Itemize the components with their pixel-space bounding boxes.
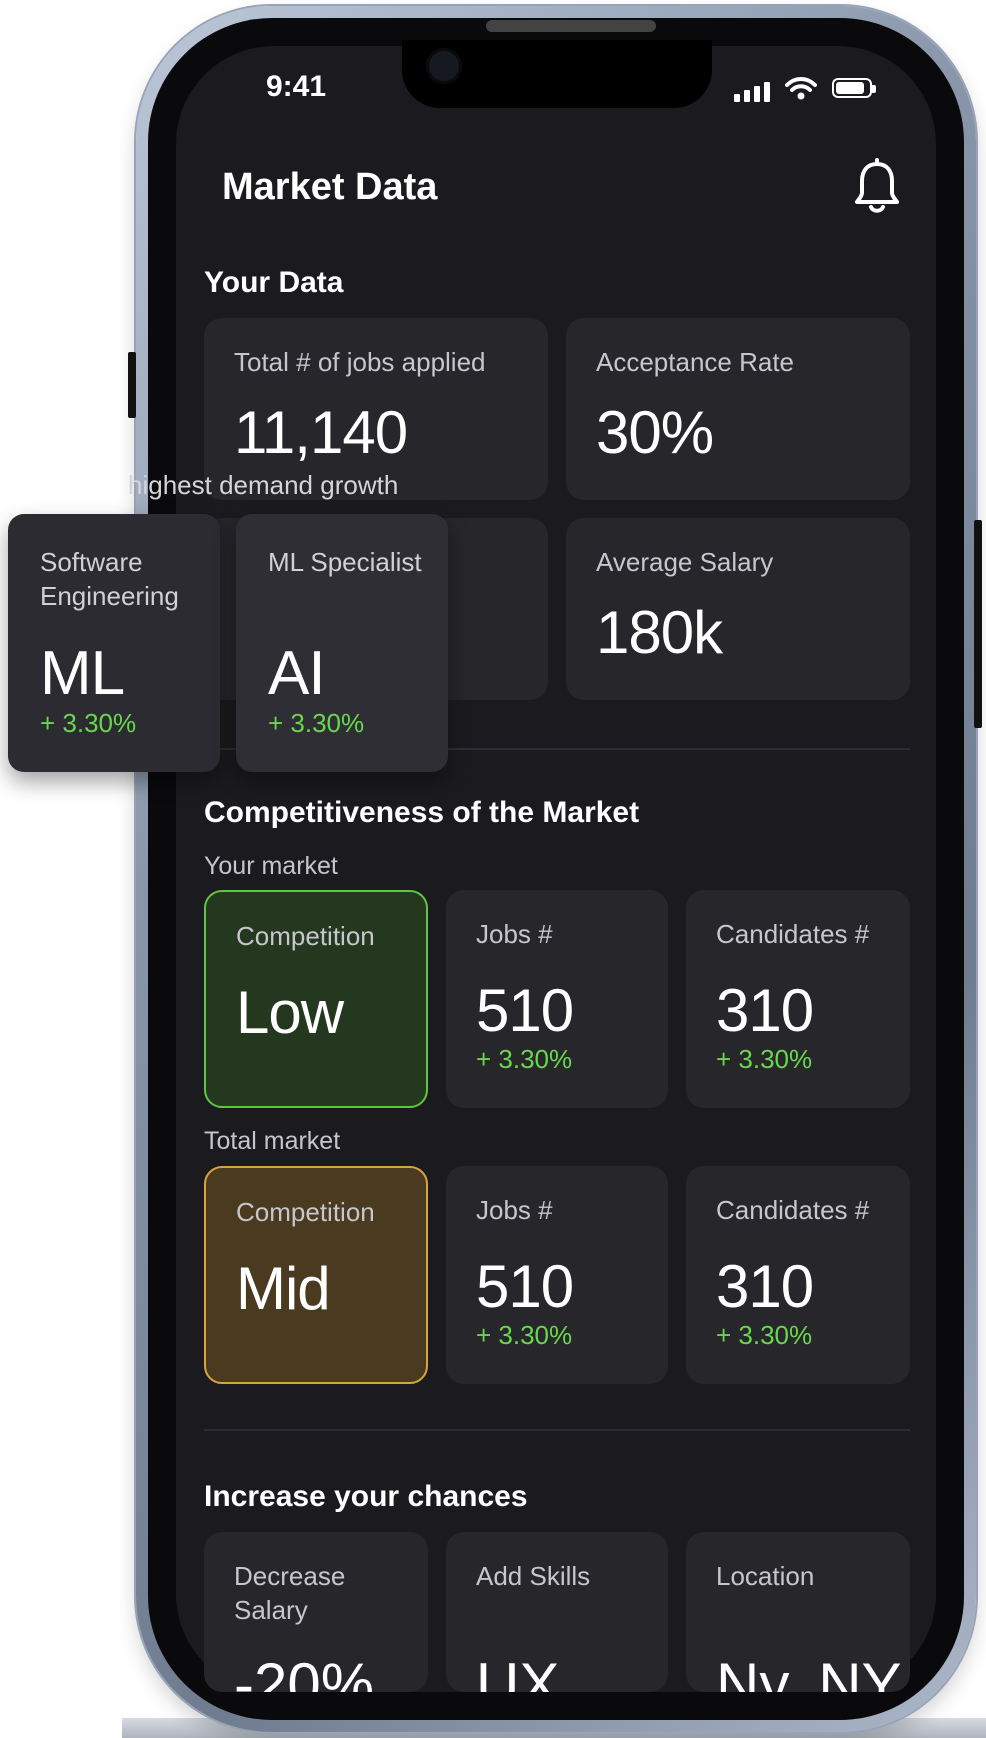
acceptance-rate-card[interactable]: Acceptance Rate 30%	[566, 318, 910, 500]
card-label: Acceptance Rate	[596, 347, 795, 377]
location-card[interactable]: Location Ny, NY	[686, 1532, 910, 1692]
card-label: Candidates #	[716, 919, 870, 949]
card-value: 510	[476, 1253, 574, 1320]
card-label: Competition	[236, 921, 375, 951]
section-divider	[204, 1429, 910, 1431]
competitiveness-title: Competitiveness of the Market	[204, 796, 640, 829]
card-value: ML	[40, 639, 125, 708]
total-market-label: Total market	[204, 1127, 341, 1155]
card-label: Jobs #	[476, 919, 553, 949]
card-label: Add Skills	[476, 1561, 591, 1591]
chances-title: Increase your chances	[204, 1480, 528, 1513]
card-label: ML Specialist	[268, 547, 422, 577]
card-value: 310	[716, 1253, 814, 1320]
card-value: -20%	[234, 1651, 375, 1692]
ml-specialist-overlay-card[interactable]: ML Specialist AI + 3.30%	[236, 514, 448, 772]
card-label: Competition	[236, 1197, 375, 1227]
card-change: + 3.30%	[476, 1320, 573, 1350]
card-value: Mid	[236, 1255, 331, 1322]
your-data-title: Your Data	[204, 266, 344, 299]
card-change: + 3.30%	[716, 1044, 813, 1074]
card-value: Low	[236, 979, 344, 1046]
card-value: AI	[268, 639, 326, 708]
total-market-candidates-card[interactable]: Candidates # 310 + 3.30%	[686, 1166, 910, 1384]
card-label: Decrease Salary	[234, 1561, 346, 1625]
your-market-label: Your market	[204, 852, 338, 880]
card-change: + 3.30%	[476, 1044, 573, 1074]
card-label: Average Salary	[596, 547, 774, 577]
card-label: Candidates #	[716, 1195, 870, 1225]
card-value: 30%	[596, 399, 714, 466]
card-label: Software Engineering	[40, 547, 179, 611]
total-market-jobs-card[interactable]: Jobs # 510 + 3.30%	[446, 1166, 668, 1384]
card-change: + 3.30%	[268, 708, 365, 738]
card-value: 180k	[596, 599, 723, 666]
card-value: UX	[476, 1651, 560, 1692]
card-change: + 3.30%	[716, 1320, 813, 1350]
page-title: Market Data	[222, 166, 438, 208]
app-screen: Market Data Your Data Total # of jobs ap…	[0, 0, 986, 1738]
your-market-jobs-card[interactable]: Jobs # 510 + 3.30%	[446, 890, 668, 1108]
average-salary-card[interactable]: Average Salary 180k	[566, 518, 910, 700]
card-label: Total # of jobs applied	[234, 347, 486, 377]
decrease-salary-card[interactable]: Decrease Salary -20%	[204, 1532, 428, 1692]
card-value: Ny, NY	[716, 1651, 902, 1692]
card-value: 310	[716, 977, 814, 1044]
page-root: 9:41 Market Data Your Data Total # of jo…	[0, 0, 986, 1738]
card-label: Location	[716, 1561, 815, 1591]
card-value: 11,140	[234, 399, 408, 466]
competition-mid-card[interactable]: Competition Mid	[204, 1166, 428, 1384]
competition-low-card[interactable]: Competition Low	[204, 890, 428, 1108]
card-change: + 3.30%	[40, 708, 137, 738]
bell-icon[interactable]	[852, 158, 902, 216]
software-engineering-overlay-card[interactable]: Software Engineering ML + 3.30%	[8, 514, 220, 772]
overlay-title: highest demand growth	[128, 470, 399, 500]
your-market-candidates-card[interactable]: Candidates # 310 + 3.30%	[686, 890, 910, 1108]
add-skills-card[interactable]: Add Skills UX	[446, 1532, 668, 1692]
card-value: 510	[476, 977, 574, 1044]
card-label: Jobs #	[476, 1195, 553, 1225]
